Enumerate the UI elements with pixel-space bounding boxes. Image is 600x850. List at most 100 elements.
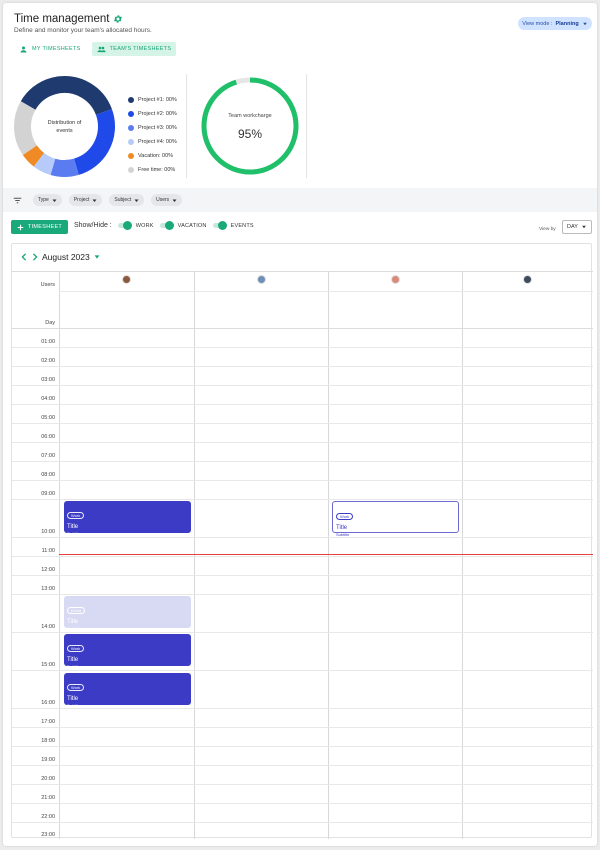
hour-label: 05:00 xyxy=(41,415,55,421)
filter-icon[interactable] xyxy=(13,196,22,205)
hour-label: 23:00 xyxy=(41,832,55,838)
day-row-label: Day xyxy=(45,320,55,326)
toggle-vacation[interactable]: VACATION xyxy=(159,221,207,230)
distribution-legend: Project #1: 00% Project #2: 00% Project #3… xyxy=(128,93,177,177)
users-row-label: Users xyxy=(40,282,55,288)
hour-label: 11:00 xyxy=(41,548,55,554)
legend-item: Project #2: 00% xyxy=(128,107,177,121)
view-by-select[interactable]: DAY xyxy=(562,220,592,234)
filter-chip-label: Users xyxy=(156,197,170,203)
page-title-text: Time management xyxy=(14,13,110,25)
show-hide-toggles: Show/Hide : WORK VACATION EVENTS xyxy=(74,221,254,230)
caret-down-icon xyxy=(582,22,587,25)
caret-down-icon xyxy=(92,199,97,202)
gauge-progress xyxy=(201,77,299,175)
grid-row-line xyxy=(12,328,593,329)
hour-label: 13:00 xyxy=(41,586,55,592)
toggle-switch[interactable] xyxy=(117,221,132,230)
toggle-knob xyxy=(164,221,174,230)
legend-label: Project #1: 00% xyxy=(138,97,177,103)
legend-swatch xyxy=(128,97,134,103)
legend-item: Free time: 00% xyxy=(128,163,177,177)
hour-label: 07:00 xyxy=(41,453,55,459)
tab-my-timesheets[interactable]: MY TIMESHEETS xyxy=(14,42,86,56)
grid-row-line xyxy=(12,423,593,424)
event-tag: Work xyxy=(67,512,85,519)
show-hide-label: Show/Hide : xyxy=(74,222,112,229)
hour-label: 09:00 xyxy=(41,491,55,497)
time-management-card: Time management Define and monitor your … xyxy=(3,3,597,846)
tab-teams-timesheets-label: TEAM'S TIMESHEETS xyxy=(109,46,172,52)
hour-label: 01:00 xyxy=(41,339,55,345)
tab-teams-timesheets[interactable]: TEAM'S TIMESHEETS xyxy=(91,42,177,56)
grid-row-line xyxy=(12,822,593,823)
view-mode-prefix: View mode : xyxy=(522,20,553,27)
chevron-left-icon[interactable] xyxy=(20,253,28,261)
grid-row-line xyxy=(12,784,593,785)
filter-chips: Type Project Subject Users xyxy=(33,194,183,206)
caret-down-icon xyxy=(52,199,57,202)
hour-label: 20:00 xyxy=(41,776,55,782)
legend-label: Vacation: 00% xyxy=(138,153,174,159)
calendar-event[interactable]: Event Title Subtitle xyxy=(64,596,191,631)
event-tag: Work xyxy=(67,645,85,652)
grid-column-divider xyxy=(59,271,60,839)
event-title: Title xyxy=(67,524,79,530)
grid-row-line xyxy=(12,404,593,405)
toggle-label: VACATION xyxy=(177,222,207,229)
toggle-switch[interactable] xyxy=(159,221,174,230)
toggle-label: EVENTS xyxy=(230,222,254,229)
filter-bar: Type Project Subject Users xyxy=(3,188,597,212)
calendar-event[interactable]: Work Title Subtitle xyxy=(64,634,191,669)
grid-row-line xyxy=(12,670,593,671)
toggle-events[interactable]: EVENTS xyxy=(212,221,254,230)
event-tag: Work xyxy=(67,684,85,691)
view-mode-dropdown[interactable]: View mode : Planning xyxy=(518,17,592,30)
toggle-knob xyxy=(217,221,227,230)
legend-item: Project #3: 00% xyxy=(128,121,177,135)
grid-row-line xyxy=(12,480,593,481)
grid-row-line xyxy=(12,594,593,595)
filter-chip-type[interactable]: Type xyxy=(33,194,62,206)
caret-down-icon xyxy=(172,199,177,202)
user-avatar xyxy=(122,275,131,284)
toggle-work[interactable]: WORK xyxy=(117,221,154,230)
grid-row-line xyxy=(12,632,593,633)
plus-icon xyxy=(17,224,24,230)
hour-label: 08:00 xyxy=(41,472,55,478)
grid-row-line xyxy=(12,347,593,348)
hour-label: 17:00 xyxy=(41,719,55,725)
event-title: Title xyxy=(336,525,348,531)
filter-chip-subject[interactable]: Subject xyxy=(109,194,145,206)
toggle-knob xyxy=(122,221,132,230)
filter-chip-users[interactable]: Users xyxy=(151,194,183,206)
month-label[interactable]: August 2023 xyxy=(42,252,90,262)
calendar-event[interactable]: Work Title Subtitle xyxy=(64,673,191,708)
legend-swatch xyxy=(128,153,134,159)
page-title: Time management xyxy=(14,13,123,25)
view-mode-value: Planning xyxy=(555,20,579,27)
user-avatar xyxy=(390,275,400,284)
hour-label: 10:00 xyxy=(41,529,55,535)
hour-label: 19:00 xyxy=(41,757,55,763)
legend-swatch xyxy=(128,125,134,131)
gear-icon[interactable] xyxy=(113,14,123,24)
calendar-event[interactable]: Work Title Subtitle xyxy=(332,501,459,537)
workcharge-label: Team workcharge xyxy=(228,113,272,119)
hour-label: 06:00 xyxy=(41,434,55,440)
filter-chip-project[interactable]: Project xyxy=(68,194,103,206)
toggle-switch[interactable] xyxy=(212,221,227,230)
filter-chip-label: Project xyxy=(73,197,90,203)
legend-label: Project #2: 00% xyxy=(138,111,177,117)
add-timesheet-button[interactable]: TIMESHEET xyxy=(11,220,68,234)
event-tag: Work xyxy=(336,513,354,520)
legend-item: Vacation: 00% xyxy=(128,149,177,163)
caret-down-icon[interactable] xyxy=(93,253,101,261)
event-tag: Event xyxy=(67,607,86,614)
timesheet-tabs: MY TIMESHEETS TEAM'S TIMESHEETS xyxy=(14,42,177,56)
tab-my-timesheets-label: MY TIMESHEETS xyxy=(32,46,81,52)
grid-row-line xyxy=(12,442,593,443)
grid-row-line xyxy=(59,291,593,292)
chevron-right-icon[interactable] xyxy=(31,253,39,261)
calendar-event[interactable]: Work Title Subtitle xyxy=(64,501,191,536)
